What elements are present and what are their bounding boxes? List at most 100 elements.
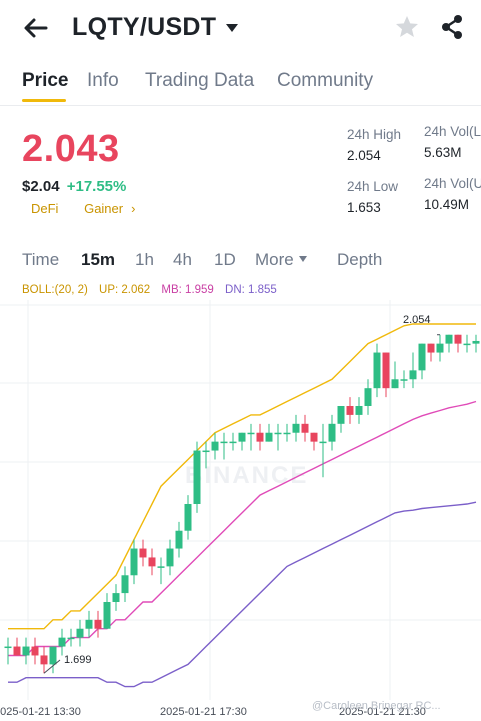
- tag-row: DeFi Gainer ›: [31, 201, 157, 216]
- candle: [274, 432, 282, 435]
- stat-vol-lqty-value: 5.63M: [424, 145, 462, 160]
- price-markers: [43, 334, 440, 674]
- candle: [94, 619, 102, 629]
- candle: [445, 334, 453, 344]
- candle: [76, 628, 84, 638]
- tag-gainer-label: Gainer: [84, 201, 124, 216]
- candle: [85, 619, 93, 629]
- trading-pair-selector[interactable]: LQTY/USDT: [72, 13, 239, 42]
- tag-defi[interactable]: DeFi: [31, 201, 58, 216]
- candle: [328, 423, 336, 442]
- chevron-down-icon: [226, 23, 239, 32]
- boll-legend: BOLL:(20, 2) UP: 2.062 MB: 1.959 DN: 1.8…: [22, 284, 285, 296]
- candle: [166, 548, 174, 567]
- interval-selector: Time 15m 1h 4h 1D More Depth: [0, 246, 481, 276]
- candle: [193, 450, 201, 504]
- stat-vol-usdt-label: 24h Vol(U: [424, 176, 481, 191]
- candle: [184, 504, 192, 531]
- candle: [121, 575, 129, 594]
- chart-grid: [0, 300, 481, 700]
- tag-gainer[interactable]: Gainer ›: [84, 201, 135, 216]
- candle: [175, 530, 183, 549]
- price-change-percent: +17.55%: [66, 178, 127, 195]
- pair-title: LQTY/USDT: [72, 13, 217, 41]
- stat-high-label: 24h High: [347, 127, 402, 142]
- candle: [283, 432, 291, 435]
- boll-mb-value: MB: 1.959: [161, 284, 214, 296]
- candle: [265, 432, 273, 442]
- candle: [22, 646, 30, 656]
- candle: [427, 343, 435, 353]
- tab-community[interactable]: Community: [277, 70, 373, 92]
- candle: [301, 423, 309, 433]
- tab-info[interactable]: Info: [87, 70, 119, 92]
- stat-vol-usdt-value: 10.49M: [424, 197, 470, 212]
- stat-high-value: 2.054: [347, 148, 381, 163]
- candle: [40, 655, 48, 665]
- candle: [67, 637, 75, 640]
- interval-more[interactable]: More: [255, 250, 307, 270]
- interval-15m[interactable]: 15m: [81, 250, 115, 270]
- candle: [292, 423, 300, 433]
- x-axis-label: 2025-01-21 13:30: [0, 706, 81, 718]
- candle: [58, 637, 66, 647]
- caret-down-icon: [298, 256, 307, 262]
- section-tabs: Price Info Trading Data Community: [0, 62, 481, 106]
- candle: [238, 432, 246, 442]
- candle: [310, 432, 318, 442]
- boll-upper-line: [8, 323, 476, 630]
- boll-params: BOLL:(20, 2): [22, 284, 88, 296]
- depth-tab[interactable]: Depth: [337, 250, 382, 270]
- candle: [148, 557, 156, 567]
- candle: [139, 548, 147, 558]
- candles: [4, 334, 480, 674]
- back-arrow-icon[interactable]: [22, 14, 50, 42]
- last-price: 2.043: [22, 128, 120, 170]
- low-price-marker: 1.699: [64, 654, 92, 666]
- candle: [319, 441, 327, 444]
- tab-price[interactable]: Price: [22, 70, 68, 92]
- candle: [400, 379, 408, 381]
- candle: [229, 441, 237, 444]
- candle: [220, 441, 228, 444]
- candle: [157, 566, 165, 568]
- candle: [211, 441, 219, 451]
- candle: [346, 406, 354, 415]
- active-tab-indicator: [22, 99, 66, 102]
- candle: [31, 646, 39, 656]
- candle: [4, 646, 12, 649]
- candle: [112, 593, 120, 602]
- interval-4h[interactable]: 4h: [173, 250, 192, 270]
- star-icon[interactable]: [394, 14, 420, 40]
- candle: [202, 450, 210, 453]
- fiat-price: $2.04: [22, 178, 60, 195]
- candle: [472, 340, 480, 344]
- tab-trading-data[interactable]: Trading Data: [145, 70, 254, 92]
- candle: [463, 343, 471, 346]
- candle: [436, 343, 444, 353]
- candle: [391, 379, 399, 389]
- chevron-right-icon: ›: [131, 201, 136, 216]
- candle: [364, 388, 372, 406]
- interval-time[interactable]: Time: [22, 250, 59, 270]
- candle: [13, 646, 21, 656]
- candle: [256, 432, 264, 442]
- candle: [409, 370, 417, 380]
- candle: [418, 343, 426, 371]
- interval-1d[interactable]: 1D: [214, 250, 236, 270]
- top-bar: LQTY/USDT: [0, 0, 481, 58]
- stat-vol-lqty-label: 24h Vol(L: [424, 124, 481, 139]
- stat-low-value: 1.653: [347, 200, 381, 215]
- candle: [355, 406, 363, 415]
- x-axis-label: 2025-01-21 17:30: [160, 706, 247, 718]
- candle: [373, 352, 381, 389]
- interval-1h[interactable]: 1h: [135, 250, 154, 270]
- fiat-price-row: $2.04 +17.55%: [22, 178, 126, 195]
- boll-up-value: UP: 2.062: [99, 284, 151, 296]
- candle: [49, 646, 57, 665]
- stat-low-label: 24h Low: [347, 179, 399, 194]
- candle: [382, 352, 390, 389]
- candle: [130, 548, 138, 576]
- share-icon[interactable]: [440, 14, 464, 40]
- interval-more-label: More: [255, 250, 294, 269]
